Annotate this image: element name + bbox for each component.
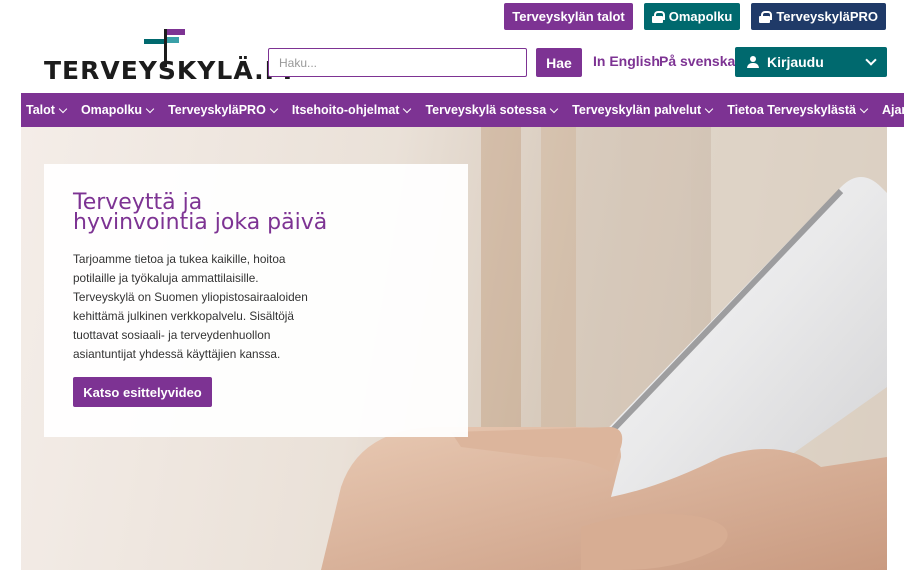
nav-label: Terveyskylä sotessa [425, 103, 547, 117]
nav-label: Itsehoito-ohjelmat [291, 103, 400, 117]
nav-label: Terveyskylän palvelut [572, 103, 702, 117]
top-links: Terveyskylän talot Omapolku TerveyskyläP… [504, 3, 886, 30]
nav-item-ajankohtaista[interactable]: Ajankohtaista [875, 103, 904, 117]
hero-title: Terveyttä ja hyvinvointia joka päivä [73, 190, 328, 235]
nav-item-tietoa-terveyskylasta[interactable]: Tietoa Terveyskylästä [720, 103, 875, 117]
nav-item-talot[interactable]: Talot [21, 103, 74, 117]
search-button[interactable]: Hae [536, 48, 582, 77]
chevron-down-icon [145, 104, 155, 113]
user-icon [747, 56, 759, 68]
lock-icon [759, 10, 773, 23]
watch-intro-video-button[interactable]: Katso esittelyvideo [73, 377, 212, 407]
chevron-down-icon [269, 104, 279, 113]
pro-label: TerveyskyläPRO [776, 9, 878, 24]
logo-text: TERVEYSKYLÄ.FI [44, 56, 294, 85]
chevron-down-icon [58, 104, 68, 113]
search-input[interactable] [268, 48, 527, 77]
nav-label: Tietoa Terveyskylästä [727, 103, 856, 117]
nav-item-terveyskyla-sotessa[interactable]: Terveyskylä sotessa [418, 103, 565, 117]
nav-label: Ajankohtaista [881, 103, 904, 117]
chevron-down-icon [549, 104, 559, 113]
omapolku-label: Omapolku [668, 9, 733, 24]
nav-item-terveyskylan-palvelut[interactable]: Terveyskylän palvelut [565, 103, 720, 117]
omapolku-button[interactable]: Omapolku [643, 3, 741, 30]
chevron-down-icon [865, 54, 877, 66]
talot-label: Terveyskylän talot [512, 9, 625, 24]
terveyskylapro-button[interactable]: TerveyskyläPRO [751, 3, 886, 30]
login-label: Kirjaudu [767, 54, 824, 70]
nav-item-terveyskylapro[interactable]: TerveyskyläPRO [161, 103, 285, 117]
nav-label: Omapolku [80, 103, 143, 117]
main-nav: Talot Omapolku TerveyskyläPRO Itsehoito-… [21, 93, 904, 127]
nav-label: Talot [26, 103, 55, 117]
lock-icon [651, 10, 665, 23]
chevron-down-icon [403, 104, 412, 113]
chevron-down-icon [704, 104, 714, 113]
swedish-link[interactable]: På svenska [659, 53, 735, 69]
nav-label: TerveyskyläPRO [168, 103, 266, 117]
terveyskylan-talot-button[interactable]: Terveyskylän talot [504, 3, 633, 30]
chevron-down-icon [859, 104, 869, 113]
login-button[interactable]: Kirjaudu [735, 47, 887, 77]
nav-item-itsehoito-ohjelmat[interactable]: Itsehoito-ohjelmat [285, 103, 419, 117]
nav-item-omapolku[interactable]: Omapolku [74, 103, 161, 117]
site-logo[interactable]: TERVEYSKYLÄ.FI [44, 22, 292, 85]
hero-description: Tarjoamme tietoa ja tukea kaikille, hoit… [73, 252, 308, 361]
english-link[interactable]: In English [593, 53, 660, 69]
